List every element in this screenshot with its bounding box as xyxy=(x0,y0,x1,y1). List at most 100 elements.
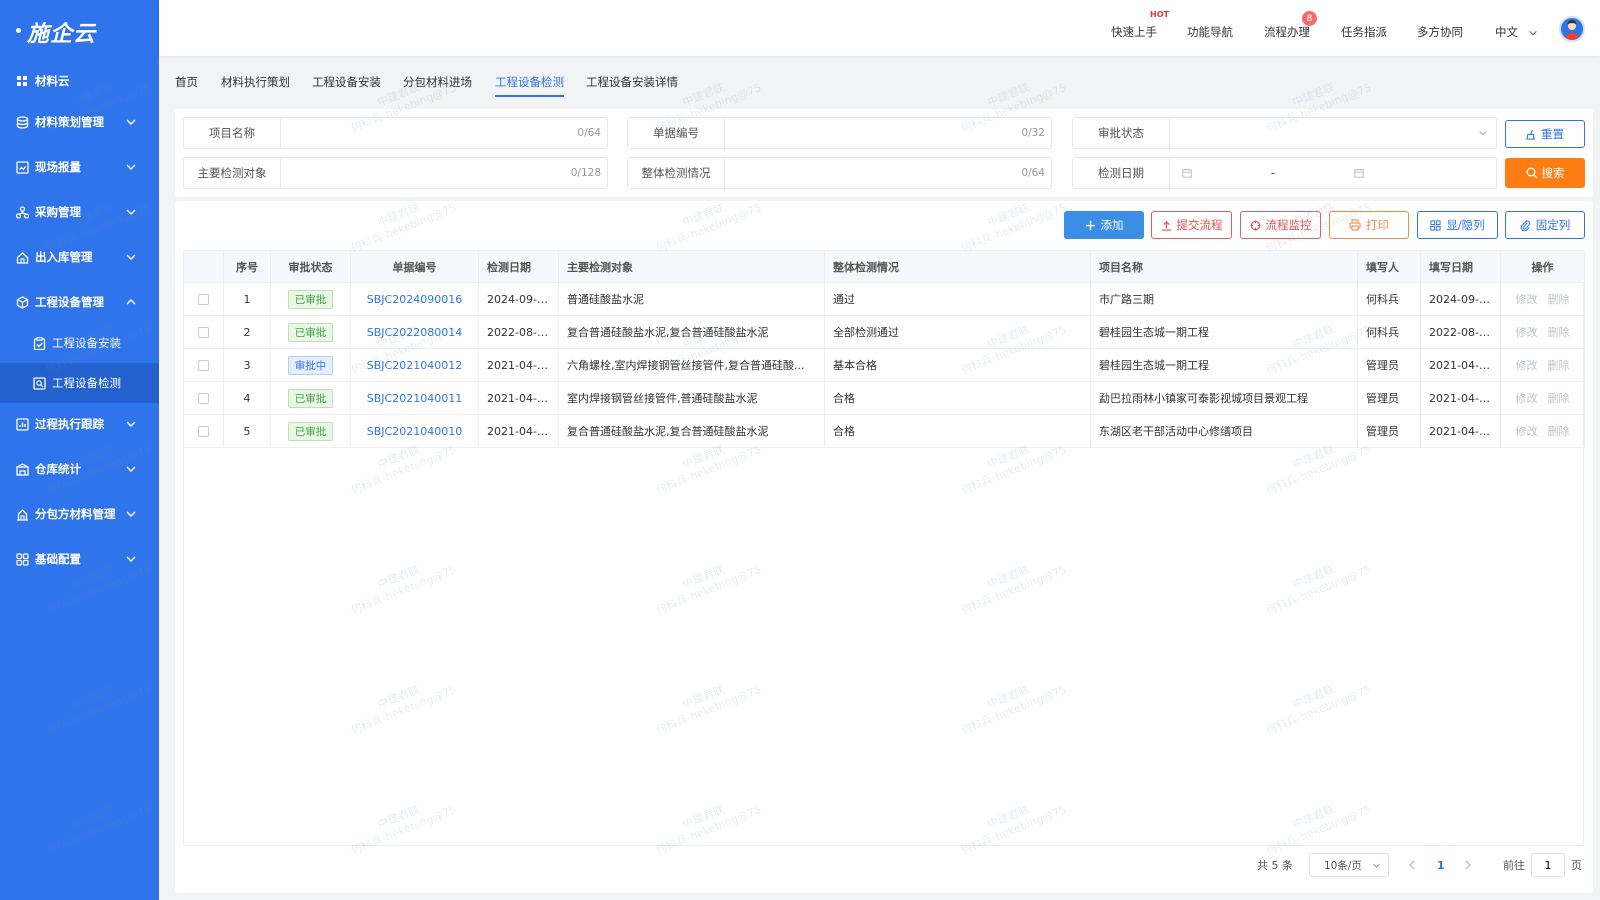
project-name: 碧桂园生态城一期工程 xyxy=(1090,315,1358,349)
tab-equipment-install[interactable]: 工程设备安装 xyxy=(312,74,381,90)
delete-link[interactable]: 删除 xyxy=(1548,293,1570,306)
flow-handle-link[interactable]: 流程办理 xyxy=(1264,24,1310,40)
top-header: 快速上手 功能导航 流程办理 任务指派 多方协同 中文 xyxy=(159,0,1600,56)
current-page[interactable]: 1 xyxy=(1437,853,1445,877)
sidebar-item-purchase[interactable]: 采购管理 xyxy=(0,192,159,232)
edit-link[interactable]: 修改 xyxy=(1516,293,1538,306)
doc-number-link[interactable]: SBJC2021040012 xyxy=(367,359,462,372)
sidebar-item-material-planning[interactable]: 材料策划管理 xyxy=(0,102,159,142)
page-size-select[interactable]: 10条/页 xyxy=(1309,853,1389,877)
doc-no-input[interactable] xyxy=(725,118,1022,148)
edit-link[interactable]: 修改 xyxy=(1516,359,1538,372)
delete-link[interactable]: 删除 xyxy=(1548,326,1570,339)
approval-status-cell: 已审批 xyxy=(270,381,351,415)
edit-link[interactable]: 修改 xyxy=(1516,326,1538,339)
sidebar-item-warehouse-stats[interactable]: 仓库统计 xyxy=(0,449,159,489)
row-number: 4 xyxy=(223,381,271,415)
row-select-cell xyxy=(183,381,224,415)
row-number: 2 xyxy=(223,315,271,349)
user-avatar[interactable] xyxy=(1559,16,1585,42)
logo-text: 施企云 xyxy=(26,22,96,47)
app-logo[interactable]: • 施企云 xyxy=(0,0,159,64)
sidebar-item-label: 工程设备管理 xyxy=(35,295,104,309)
tab-equipment-install-detail[interactable]: 工程设备安装详情 xyxy=(586,74,678,90)
toggle-columns-button[interactable]: 显/隐列 xyxy=(1417,211,1498,239)
page-size-label: 10条/页 xyxy=(1324,859,1362,872)
row-checkbox[interactable] xyxy=(198,327,209,338)
actions-cell: 修改 删除 xyxy=(1500,381,1585,415)
sidebar: • 施企云 材料云 材料策划管理 现场报量 采购管理 出入库管理 工程设备管理 工… xyxy=(0,0,159,900)
function-nav-link[interactable]: 功能导航 xyxy=(1187,24,1233,40)
delete-link[interactable]: 删除 xyxy=(1548,359,1570,372)
overall-input[interactable] xyxy=(725,158,1022,188)
task-assign-link[interactable]: 任务指派 xyxy=(1341,24,1387,40)
row-select-cell xyxy=(183,282,224,316)
sidebar-item-process-tracking[interactable]: 过程执行跟踪 xyxy=(0,404,159,444)
sidebar-item-subcontractor[interactable]: 分包方材料管理 xyxy=(0,494,159,534)
select-all-cell[interactable] xyxy=(183,250,224,283)
col-header: 填写日期 xyxy=(1420,250,1501,283)
main-object-input[interactable] xyxy=(281,158,571,188)
fix-columns-button[interactable]: 固定列 xyxy=(1505,211,1585,239)
inspection-table: 序号 审批状态 单据编号 检测日期 主要检测对象 整体检测情况 项目名称 填写人… xyxy=(183,250,1585,448)
row-select-cell xyxy=(183,414,224,448)
table-row[interactable]: 5 已审批 SBJC2021040010 2021-04-22 复合普通硅酸盐水泥,复合… xyxy=(183,414,1585,448)
delete-link[interactable]: 删除 xyxy=(1548,425,1570,438)
row-checkbox[interactable] xyxy=(198,393,209,404)
filter-label: 检测日期 xyxy=(1073,158,1170,188)
table-row[interactable]: 1 已审批 SBJC2024090016 2024-09-20 普通硅酸盐水泥 通过 市广路… xyxy=(183,282,1585,316)
paperclip-icon xyxy=(1520,219,1530,231)
language-select[interactable]: 中文 xyxy=(1495,24,1538,40)
doc-number-link[interactable]: SBJC2021040010 xyxy=(367,425,462,438)
delete-link[interactable]: 删除 xyxy=(1548,392,1570,405)
table-row[interactable]: 3 审批中 SBJC2021040012 2021-04-23 六角螺栓,室内焊接钢管丝… xyxy=(183,348,1585,382)
search-button[interactable]: 搜索 xyxy=(1505,158,1585,188)
main-object: 室内焊接钢管丝接管件,普通硅酸盐水泥 xyxy=(558,381,825,415)
add-button[interactable]: 添加 xyxy=(1064,211,1144,239)
row-number: 3 xyxy=(223,348,271,382)
sidebar-item-equipment[interactable]: 工程设备管理 xyxy=(0,282,159,322)
pagination-total: 共 5 条 xyxy=(1257,859,1293,872)
row-select-cell xyxy=(183,348,224,382)
home-icon xyxy=(15,250,29,264)
edit-link[interactable]: 修改 xyxy=(1516,392,1538,405)
goto-page-input[interactable] xyxy=(1531,853,1565,877)
submit-flow-button[interactable]: 提交流程 xyxy=(1151,211,1232,239)
org-icon xyxy=(15,205,29,219)
date-range-picker[interactable]: - xyxy=(1170,158,1496,188)
table-row[interactable]: 2 已审批 SBJC2022080014 2022-08-16 复合普通硅酸盐水泥,复合… xyxy=(183,315,1585,349)
sidebar-item-label: 基础配置 xyxy=(35,552,81,566)
approval-status-select[interactable] xyxy=(1170,118,1496,148)
page-unit-label: 页 xyxy=(1571,859,1582,872)
sidebar-item-equipment-install[interactable]: 工程设备安装 xyxy=(0,323,159,363)
row-checkbox[interactable] xyxy=(198,294,209,305)
reset-button[interactable]: 重置 xyxy=(1505,120,1585,148)
tab-equipment-inspection[interactable]: 工程设备检测 xyxy=(495,74,564,97)
sidebar-item-site-report[interactable]: 现场报量 xyxy=(0,147,159,187)
prev-page-icon[interactable] xyxy=(1407,853,1417,877)
sidebar-item-material-cloud[interactable]: 材料云 xyxy=(0,61,159,101)
table-row[interactable]: 4 已审批 SBJC2021040011 2021-04-22 室内焊接钢管丝接管件,普… xyxy=(183,381,1585,415)
goto-page: 前往 页 xyxy=(1503,853,1582,877)
quick-start-link[interactable]: 快速上手 xyxy=(1111,24,1157,40)
sidebar-item-base-config[interactable]: 基础配置 xyxy=(0,539,159,579)
project-name-input[interactable] xyxy=(281,118,578,148)
doc-number-link[interactable]: SBJC2024090016 xyxy=(367,293,462,306)
tab-sub-material-entry[interactable]: 分包材料进场 xyxy=(403,74,472,90)
doc-number-link[interactable]: SBJC2022080014 xyxy=(367,326,462,339)
row-checkbox[interactable] xyxy=(198,426,209,437)
multi-collab-link[interactable]: 多方协同 xyxy=(1417,24,1463,40)
grid-icon xyxy=(15,74,29,88)
doc-number-link[interactable]: SBJC2021040011 xyxy=(367,392,462,405)
print-button[interactable]: 打印 xyxy=(1329,211,1409,239)
tab-home[interactable]: 首页 xyxy=(175,74,198,90)
next-page-icon[interactable] xyxy=(1463,853,1473,877)
flow-monitor-button[interactable]: 流程监控 xyxy=(1240,211,1321,239)
tab-material-plan[interactable]: 材料执行策划 xyxy=(221,74,290,90)
row-checkbox[interactable] xyxy=(198,360,209,371)
sidebar-item-inout[interactable]: 出入库管理 xyxy=(0,237,159,277)
status-badge: 已审批 xyxy=(287,322,334,342)
sidebar-item-equipment-inspection[interactable]: 工程设备检测 xyxy=(0,363,159,403)
status-badge: 审批中 xyxy=(287,355,334,375)
edit-link[interactable]: 修改 xyxy=(1516,425,1538,438)
